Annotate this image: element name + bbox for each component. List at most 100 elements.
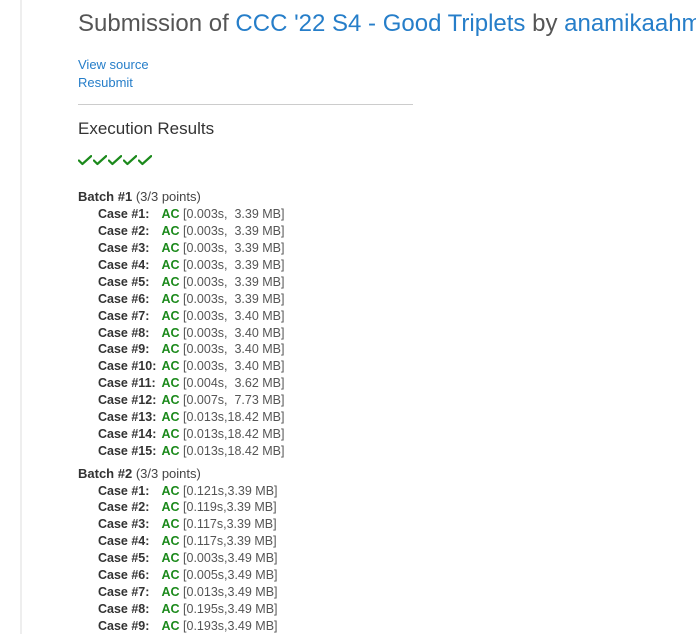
case-meta: [0.003s, 3.40 MB]: [180, 309, 285, 323]
case-number: Case #8:: [98, 601, 158, 618]
case-row: Case #6: AC [0.005s,3.49 MB]: [98, 567, 696, 584]
case-meta: [0.013s,18.42 MB]: [180, 427, 285, 441]
batch-points: (3/3 points): [136, 466, 201, 481]
case-status: AC: [161, 342, 179, 356]
case-row: Case #15: AC [0.013s,18.42 MB]: [98, 443, 696, 460]
action-links: View source Resubmit: [78, 56, 696, 92]
divider: [78, 104, 413, 105]
case-meta: [0.003s, 3.40 MB]: [180, 326, 285, 340]
case-meta: [0.193s,3.49 MB]: [180, 619, 278, 633]
case-status: AC: [161, 393, 179, 407]
case-row: Case #5: AC [0.003s,3.49 MB]: [98, 550, 696, 567]
case-number: Case #7:: [98, 584, 158, 601]
case-meta: [0.003s, 3.40 MB]: [180, 359, 285, 373]
case-list: Case #1: AC [0.003s, 3.39 MB]Case #2: AC…: [78, 206, 696, 459]
case-row: Case #5: AC [0.003s, 3.39 MB]: [98, 274, 696, 291]
title-by: by: [525, 10, 564, 37]
status-checks: [78, 153, 696, 171]
case-status: AC: [161, 551, 179, 565]
check-icon: [138, 155, 152, 166]
execution-results-header: Execution Results: [78, 119, 696, 139]
case-meta: [0.003s, 3.40 MB]: [180, 342, 285, 356]
case-row: Case #8: AC [0.003s, 3.40 MB]: [98, 325, 696, 342]
case-status: AC: [161, 207, 179, 221]
check-icon: [123, 155, 137, 166]
check-icon: [78, 155, 92, 166]
resubmit-link[interactable]: Resubmit: [78, 74, 696, 92]
page-title: Submission of CCC '22 S4 - Good Triplets…: [78, 10, 696, 38]
case-meta: [0.007s, 7.73 MB]: [180, 393, 285, 407]
batch-header: Batch #1 (3/3 points): [78, 189, 696, 204]
case-number: Case #1:: [98, 483, 158, 500]
case-status: AC: [161, 275, 179, 289]
check-icon: [108, 155, 122, 166]
case-status: AC: [161, 224, 179, 238]
case-status: AC: [161, 258, 179, 272]
case-meta: [0.013s,3.49 MB]: [180, 585, 278, 599]
case-meta: [0.003s, 3.39 MB]: [180, 275, 285, 289]
batch-label: Batch #1: [78, 189, 136, 204]
case-meta: [0.003s, 3.39 MB]: [180, 292, 285, 306]
case-row: Case #11: AC [0.004s, 3.62 MB]: [98, 375, 696, 392]
batch-points: (3/3 points): [136, 189, 201, 204]
case-row: Case #2: AC [0.119s,3.39 MB]: [98, 499, 696, 516]
case-number: Case #4:: [98, 533, 158, 550]
case-meta: [0.005s,3.49 MB]: [180, 568, 278, 582]
case-status: AC: [161, 376, 179, 390]
case-number: Case #6:: [98, 291, 158, 308]
case-status: AC: [161, 359, 179, 373]
case-number: Case #13:: [98, 409, 158, 426]
case-number: Case #8:: [98, 325, 158, 342]
case-status: AC: [161, 568, 179, 582]
case-status: AC: [161, 602, 179, 616]
case-row: Case #12: AC [0.007s, 7.73 MB]: [98, 392, 696, 409]
case-number: Case #2:: [98, 223, 158, 240]
case-row: Case #8: AC [0.195s,3.49 MB]: [98, 601, 696, 618]
case-status: AC: [161, 444, 179, 458]
case-list: Case #1: AC [0.121s,3.39 MB]Case #2: AC …: [78, 483, 696, 635]
check-icon: [93, 155, 107, 166]
case-number: Case #14:: [98, 426, 158, 443]
batch-header: Batch #2 (3/3 points): [78, 466, 696, 481]
case-number: Case #11:: [98, 375, 158, 392]
case-status: AC: [161, 292, 179, 306]
case-meta: [0.004s, 3.62 MB]: [180, 376, 285, 390]
case-row: Case #9: AC [0.003s, 3.40 MB]: [98, 341, 696, 358]
case-status: AC: [161, 585, 179, 599]
case-meta: [0.003s, 3.39 MB]: [180, 241, 285, 255]
case-status: AC: [161, 427, 179, 441]
title-prefix: Submission of: [78, 10, 235, 37]
case-meta: [0.003s, 3.39 MB]: [180, 207, 285, 221]
case-status: AC: [161, 410, 179, 424]
case-status: AC: [161, 309, 179, 323]
view-source-link[interactable]: View source: [78, 56, 696, 74]
case-row: Case #1: AC [0.003s, 3.39 MB]: [98, 206, 696, 223]
case-number: Case #1:: [98, 206, 158, 223]
problem-link[interactable]: CCC '22 S4 - Good Triplets: [235, 10, 525, 37]
case-number: Case #3:: [98, 240, 158, 257]
case-row: Case #3: AC [0.117s,3.39 MB]: [98, 516, 696, 533]
case-meta: [0.003s, 3.39 MB]: [180, 224, 285, 238]
case-number: Case #7:: [98, 308, 158, 325]
case-row: Case #4: AC [0.117s,3.39 MB]: [98, 533, 696, 550]
case-status: AC: [161, 484, 179, 498]
case-meta: [0.119s,3.39 MB]: [180, 500, 277, 514]
case-number: Case #9:: [98, 341, 158, 358]
case-row: Case #14: AC [0.013s,18.42 MB]: [98, 426, 696, 443]
case-row: Case #7: AC [0.013s,3.49 MB]: [98, 584, 696, 601]
case-row: Case #3: AC [0.003s, 3.39 MB]: [98, 240, 696, 257]
case-status: AC: [161, 619, 179, 633]
user-link[interactable]: anamikaahmed: [564, 10, 696, 37]
case-meta: [0.121s,3.39 MB]: [180, 484, 278, 498]
case-status: AC: [161, 241, 179, 255]
case-meta: [0.117s,3.39 MB]: [180, 517, 277, 531]
case-row: Case #10: AC [0.003s, 3.40 MB]: [98, 358, 696, 375]
case-number: Case #5:: [98, 550, 158, 567]
case-row: Case #4: AC [0.003s, 3.39 MB]: [98, 257, 696, 274]
case-status: AC: [161, 500, 179, 514]
case-number: Case #6:: [98, 567, 158, 584]
case-number: Case #9:: [98, 618, 158, 635]
case-meta: [0.195s,3.49 MB]: [180, 602, 278, 616]
case-meta: [0.013s,18.42 MB]: [180, 410, 285, 424]
case-meta: [0.117s,3.39 MB]: [180, 534, 277, 548]
